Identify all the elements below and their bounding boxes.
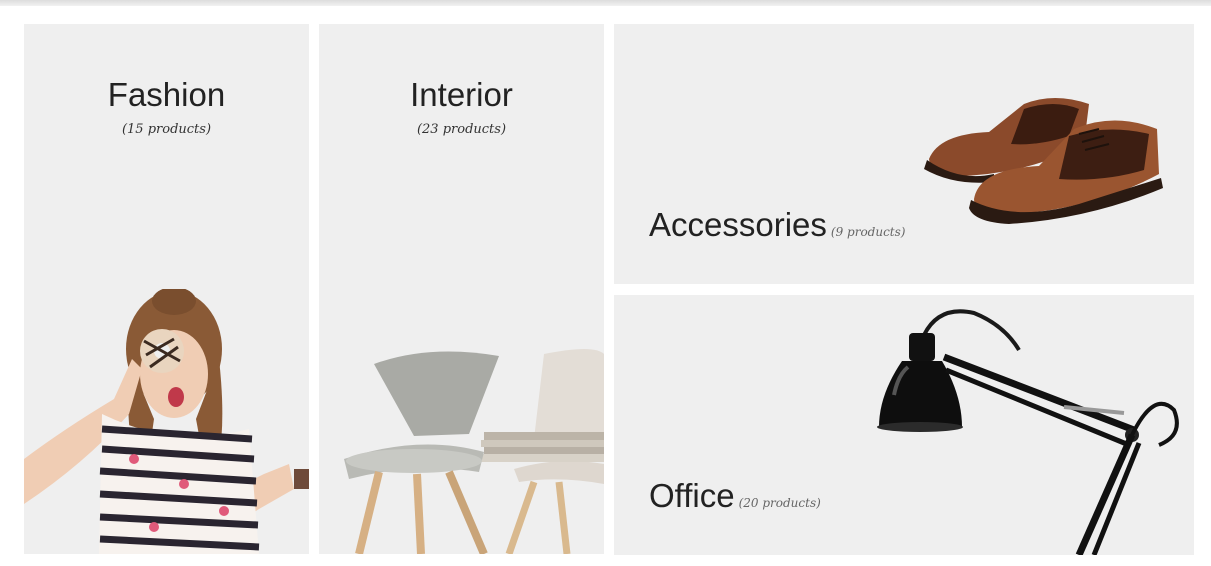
product-count: (9 products)	[830, 225, 906, 239]
category-title: Interior	[410, 76, 513, 113]
category-tile-accessories[interactable]: Accessories (9 products)	[614, 24, 1194, 284]
category-title: Accessories	[649, 206, 827, 243]
fashion-model-image	[24, 289, 309, 554]
desk-lamp-image	[877, 309, 1179, 555]
category-label: Accessories (9 products)	[649, 206, 905, 244]
product-count: (23 products)	[416, 122, 507, 137]
shoes-image	[924, 98, 1163, 224]
category-title: Office	[649, 477, 735, 514]
product-count: (15 products)	[121, 122, 212, 137]
category-tile-interior[interactable]: Interior (23 products)	[319, 24, 604, 554]
category-tile-fashion[interactable]: Fashion (15 products)	[24, 24, 309, 554]
product-count: (20 products)	[738, 496, 821, 510]
top-divider	[0, 0, 1211, 6]
category-label: Office (20 products)	[649, 477, 821, 515]
category-title: Fashion	[107, 76, 226, 113]
category-tile-office[interactable]: Office (20 products)	[614, 295, 1194, 555]
chairs-image	[344, 349, 604, 554]
